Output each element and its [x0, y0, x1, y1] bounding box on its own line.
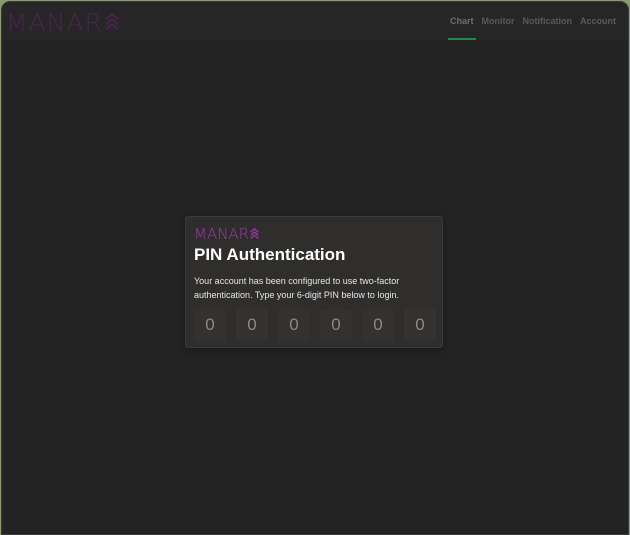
nav-item-notification[interactable]: Notification [519, 2, 577, 40]
app-window: MANAR Chart Monitor Notification Account… [1, 1, 629, 535]
pin-digit-2[interactable] [236, 309, 268, 341]
pin-input-group [194, 309, 436, 341]
card-brand-logo: MANAR [194, 225, 259, 243]
brand-logo[interactable]: MANAR [6, 8, 119, 37]
nav-item-account[interactable]: Account [576, 2, 620, 40]
pin-digit-3[interactable] [278, 309, 310, 341]
main-nav: Chart Monitor Notification Account [446, 2, 620, 40]
top-nav-bar: MANAR Chart Monitor Notification Account [2, 2, 628, 40]
tree-icon [250, 228, 259, 239]
nav-item-monitor[interactable]: Monitor [478, 2, 519, 40]
page-title: PIN Authentication [194, 245, 346, 264]
pin-digit-6[interactable] [404, 309, 436, 341]
nav-item-chart[interactable]: Chart [446, 2, 478, 40]
auth-description: Your account has been configured to use … [194, 276, 400, 300]
pin-digit-5[interactable] [362, 309, 394, 341]
pin-auth-card: MANAR PIN Authentication Your account ha… [185, 216, 443, 348]
tree-icon [105, 13, 119, 30]
pin-digit-4[interactable] [320, 309, 352, 341]
pin-digit-1[interactable] [194, 309, 226, 341]
